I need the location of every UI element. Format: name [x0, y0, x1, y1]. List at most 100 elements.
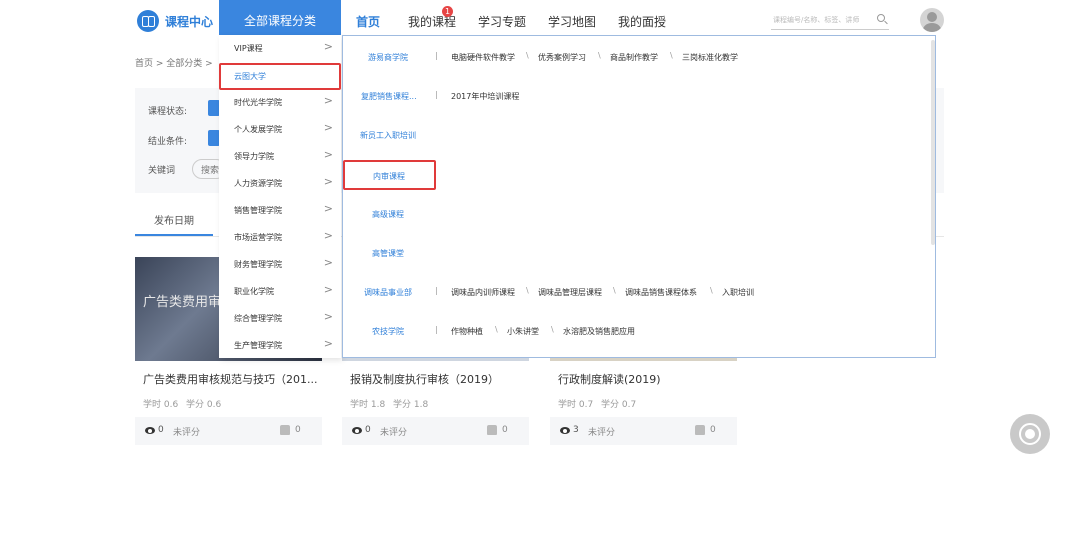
- breadcrumb[interactable]: 首页 > 全部分类 >: [135, 56, 213, 69]
- category-item[interactable]: 财务管理学院 >: [219, 251, 341, 278]
- category-item[interactable]: 人力资源学院 >: [219, 170, 341, 197]
- course-hours: 学时 1.8: [350, 400, 386, 410]
- chevron-right-icon: >: [323, 310, 333, 323]
- subcategory-head[interactable]: 高级课程: [372, 209, 404, 220]
- course-credits: 学分 0.7: [601, 400, 637, 410]
- subcategory-item[interactable]: 商品制作教学: [610, 52, 658, 63]
- course-title[interactable]: 广告类费用审核规范与技巧（201...: [143, 371, 317, 387]
- chevron-right-icon: >: [323, 229, 333, 242]
- thumbs-up-icon[interactable]: [280, 425, 290, 435]
- separator: \: [710, 286, 713, 295]
- separator: |: [435, 325, 438, 334]
- notification-badge: 1: [442, 6, 453, 17]
- category-item[interactable]: 综合管理学院 >: [219, 305, 341, 332]
- category-item[interactable]: 职业化学院 >: [219, 278, 341, 305]
- thumbs-up-icon[interactable]: [487, 425, 497, 435]
- chevron-right-icon: >: [323, 337, 333, 350]
- separator: |: [435, 51, 438, 60]
- course-credits: 学分 0.6: [186, 400, 222, 410]
- category-label: VIP课程: [234, 44, 263, 53]
- category-dropdown: VIP课程 > 云图大学 时代光华学院 > 个人发展学院 > 领导力学院 > 人力资源学…: [219, 35, 341, 358]
- subcategory-item[interactable]: 小朱讲堂: [507, 326, 539, 337]
- separator: |: [435, 286, 438, 295]
- separator: \: [598, 51, 601, 60]
- category-item[interactable]: 市场运营学院 >: [219, 224, 341, 251]
- book-logo-icon[interactable]: [137, 10, 159, 32]
- subcategory-head[interactable]: 游易商学院: [368, 52, 408, 63]
- subcategory-item[interactable]: 入职培训: [722, 287, 754, 298]
- subcategory-item[interactable]: 2017年中培训课程: [451, 91, 519, 102]
- subcategory-head[interactable]: 新员工入职培训: [360, 130, 416, 141]
- keyword-label: 关键词: [148, 166, 176, 176]
- category-label: 云图大学: [234, 72, 266, 81]
- chevron-right-icon: >: [323, 121, 333, 134]
- subcategory-head[interactable]: 复肥销售课程...: [361, 91, 417, 102]
- course-title[interactable]: 行政制度解读(2019): [558, 371, 661, 387]
- subcategory-item[interactable]: 优秀案例学习: [538, 52, 586, 63]
- thumbnail-banner-text: 广告类费用审: [143, 295, 222, 310]
- highlighted-subcategory[interactable]: 内审课程: [343, 160, 436, 190]
- category-item[interactable]: 时代光华学院 >: [219, 89, 341, 116]
- view-count: 0: [158, 425, 164, 435]
- eye-icon: [560, 427, 570, 434]
- nav-home[interactable]: 首页: [356, 13, 380, 30]
- search-icon[interactable]: [877, 14, 885, 22]
- rating-status: 未评分: [380, 428, 408, 438]
- subcategory-item[interactable]: 三岗标准化教学: [682, 52, 738, 63]
- subcategory-item[interactable]: 调味品内训师课程: [451, 287, 515, 298]
- subcategory-head[interactable]: 高管课堂: [372, 248, 404, 259]
- separator: \: [551, 325, 554, 334]
- category-item[interactable]: 销售管理学院 >: [219, 197, 341, 224]
- floating-help-button[interactable]: [1010, 414, 1050, 454]
- category-label: 销售管理学院: [234, 206, 282, 215]
- course-title[interactable]: 报销及制度执行审核（2019）: [350, 371, 499, 387]
- chevron-right-icon: >: [323, 175, 333, 188]
- course-hours: 学时 0.7: [558, 400, 594, 410]
- subcategory-item[interactable]: 电脑硬件软件教学: [451, 52, 515, 63]
- course-credits: 学分 1.8: [393, 400, 429, 410]
- separator: \: [613, 286, 616, 295]
- nav-learning-topics[interactable]: 学习专题: [478, 13, 526, 30]
- thumbs-up-icon[interactable]: [695, 425, 705, 435]
- category-label: 职业化学院: [234, 287, 274, 296]
- separator: \: [495, 325, 498, 334]
- chevron-right-icon: >: [323, 256, 333, 269]
- subcategory-item[interactable]: 调味品管理层课程: [538, 287, 602, 298]
- chevron-right-icon: >: [323, 148, 333, 161]
- eye-icon: [352, 427, 362, 434]
- chevron-right-icon: >: [323, 40, 333, 53]
- subcategory-head[interactable]: 内审课程: [373, 171, 405, 182]
- tab-publish-date[interactable]: 发布日期: [135, 212, 213, 236]
- category-item[interactable]: VIP课程 >: [219, 35, 341, 62]
- separator: \: [526, 286, 529, 295]
- category-label: 综合管理学院: [234, 314, 282, 323]
- subcategory-item[interactable]: 调味品销售课程体系: [625, 287, 697, 298]
- subcategory-item[interactable]: 作物种植: [451, 326, 483, 337]
- course-hours: 学时 0.6: [143, 400, 179, 410]
- view-count: 3: [573, 425, 579, 435]
- like-count: 0: [295, 425, 301, 435]
- category-item[interactable]: 生产管理学院 >: [219, 332, 341, 359]
- category-item-selected[interactable]: 云图大学: [219, 63, 341, 90]
- nav-my-face-to-face[interactable]: 我的面授: [618, 13, 666, 30]
- category-item[interactable]: 个人发展学院 >: [219, 116, 341, 143]
- avatar[interactable]: [920, 8, 944, 32]
- logo-text[interactable]: 课程中心: [165, 13, 213, 30]
- submenu-scrollbar[interactable]: [931, 40, 935, 245]
- completion-condition-label: 结业条件:: [148, 137, 188, 147]
- chevron-right-icon: >: [323, 202, 333, 215]
- subcategory-head[interactable]: 调味品事业部: [364, 287, 412, 298]
- like-count: 0: [502, 425, 508, 435]
- category-label: 财务管理学院: [234, 260, 282, 269]
- separator: |: [435, 90, 438, 99]
- category-label: 个人发展学院: [234, 125, 282, 134]
- subcategory-item[interactable]: 水溶肥及销售肥应用: [563, 326, 635, 337]
- chevron-right-icon: >: [323, 283, 333, 296]
- like-count: 0: [710, 425, 716, 435]
- nav-learning-map[interactable]: 学习地图: [548, 13, 596, 30]
- category-item[interactable]: 领导力学院 >: [219, 143, 341, 170]
- view-count: 0: [365, 425, 371, 435]
- category-label: 生产管理学院: [234, 341, 282, 350]
- subcategory-head[interactable]: 农技学院: [372, 326, 404, 337]
- course-status-label: 课程状态:: [148, 107, 188, 117]
